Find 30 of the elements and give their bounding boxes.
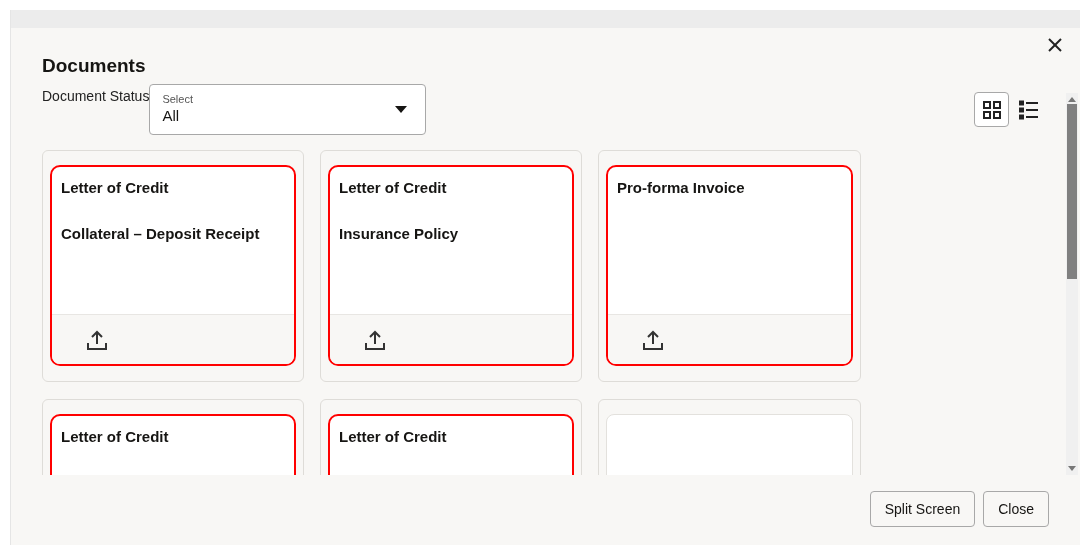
document-card[interactable]: Pro-forma Invoice: [606, 165, 853, 366]
select-value: All: [162, 106, 180, 126]
close-button[interactable]: Close: [983, 491, 1049, 527]
split-screen-button[interactable]: Split Screen: [869, 491, 976, 527]
document-name: Letter of Credit: [339, 178, 448, 198]
grid-view-icon: [981, 99, 1002, 120]
document-name: Letter of Credit: [61, 178, 170, 198]
document-card[interactable]: Letter of Credit Insurance Policy: [328, 165, 574, 366]
scroll-down-arrow-icon[interactable]: [1068, 466, 1076, 472]
document-card[interactable]: Letter of Credit Collateral – Deposit Receipt: [50, 165, 296, 366]
dropdown-caret-icon: [395, 106, 408, 113]
document-card[interactable]: Letter of Credit: [328, 414, 574, 475]
scroll-up-arrow-icon[interactable]: [1068, 96, 1076, 102]
select-placeholder: Select: [162, 93, 193, 106]
document-name: Insurance Policy: [339, 224, 460, 244]
upload-icon[interactable]: [86, 328, 108, 351]
filter-label: Document Status: [42, 87, 150, 106]
upload-icon[interactable]: [642, 328, 664, 351]
upload-icon[interactable]: [364, 328, 386, 351]
document-name: Letter of Credit: [339, 427, 448, 447]
dialog-title: Documents: [42, 54, 146, 78]
list-view-icon: [1018, 99, 1039, 120]
scrollbar[interactable]: [1066, 93, 1078, 475]
document-name: Collateral – Deposit Receipt: [61, 224, 261, 244]
grid-view-toggle[interactable]: [974, 92, 1009, 127]
document-card[interactable]: Letter of Credit: [50, 414, 296, 475]
close-icon[interactable]: [1046, 36, 1064, 54]
status-select[interactable]: Select All: [149, 84, 427, 135]
document-name: Pro-forma Invoice: [617, 178, 746, 198]
document-name: Letter of Credit: [61, 427, 170, 447]
